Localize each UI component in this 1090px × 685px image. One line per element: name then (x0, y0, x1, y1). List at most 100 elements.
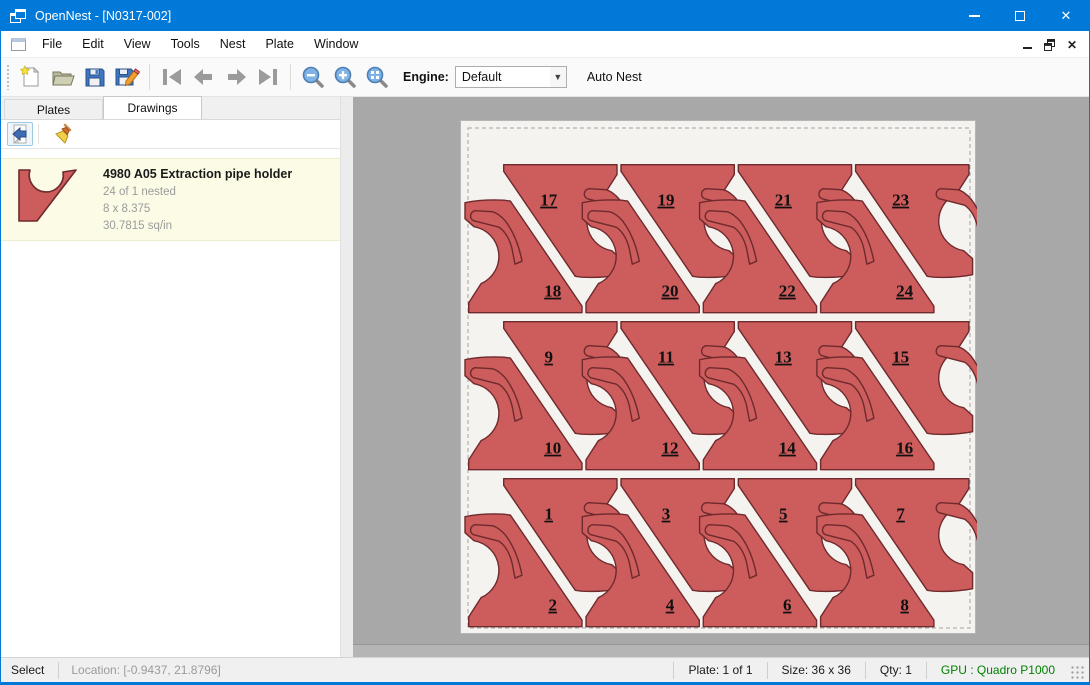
go-next-icon (223, 66, 249, 88)
drawing-title: 4980 A05 Extraction pipe holder (103, 165, 292, 184)
new-file-icon (19, 65, 43, 89)
part-number: 20 (662, 282, 679, 301)
part-number: 19 (658, 191, 675, 210)
part-number: 17 (540, 191, 558, 210)
drawings-panel: Plates Drawings 4980 A05 Extraction pipe… (1, 97, 341, 657)
app-window: OpenNest - [N0317-002] ✕ File Edit View … (0, 0, 1090, 685)
part-number: 15 (892, 348, 909, 367)
chevron-down-icon[interactable]: ▼ (550, 67, 566, 87)
go-last-icon (255, 66, 281, 88)
maximize-button[interactable] (997, 1, 1043, 31)
zoom-fit-icon (365, 65, 389, 89)
mdi-restore-button[interactable] (1039, 35, 1061, 55)
part-number: 11 (658, 348, 674, 367)
main-toolbar: Engine: Default ▼ Auto Nest (1, 58, 1089, 97)
menu-view[interactable]: View (114, 32, 161, 56)
zoom-out-icon (301, 65, 325, 89)
status-location: Location: [-0.9437, 21.8796] (59, 663, 232, 677)
drawing-list-item[interactable]: 4980 A05 Extraction pipe holder 24 of 1 … (1, 158, 340, 241)
new-button[interactable] (15, 61, 47, 93)
minimize-button[interactable] (951, 1, 997, 31)
engine-combobox[interactable]: Default ▼ (455, 66, 567, 88)
engine-label: Engine: (403, 70, 449, 84)
go-previous-icon (191, 66, 217, 88)
save-as-icon (114, 65, 140, 89)
previous-plate-button[interactable] (188, 61, 220, 93)
toolbar-separator (290, 64, 291, 90)
title-bar: OpenNest - [N0317-002] ✕ (1, 1, 1089, 31)
window-title: OpenNest - [N0317-002] (35, 9, 171, 23)
part-number: 5 (779, 505, 788, 524)
part-number: 9 (544, 348, 553, 367)
menu-bar: File Edit View Tools Nest Plate Window ✕ (1, 31, 1089, 58)
resize-grip[interactable] (1071, 666, 1085, 680)
menu-tools[interactable]: Tools (161, 32, 210, 56)
first-plate-button[interactable] (156, 61, 188, 93)
mdi-window-controls: ✕ (1017, 31, 1083, 58)
part-number: 2 (548, 596, 557, 615)
status-plate: Plate: 1 of 1 (673, 662, 766, 679)
next-plate-button[interactable] (220, 61, 252, 93)
drawing-dimensions: 8 x 8.375 (103, 201, 292, 218)
part-number: 6 (783, 596, 792, 615)
part-number: 14 (779, 439, 797, 458)
auto-nest-button[interactable]: Auto Nest (579, 66, 650, 88)
panel-toolbar-separator (38, 124, 39, 144)
tab-plates[interactable]: Plates (4, 99, 103, 119)
drawing-area: 30.7815 sq/in (103, 218, 292, 235)
broom-icon (52, 123, 74, 145)
zoom-out-button[interactable] (297, 61, 329, 93)
app-icon (10, 9, 27, 24)
part-number: 22 (779, 282, 796, 301)
engine-value: Default (456, 70, 550, 84)
panel-toolbar (1, 120, 340, 149)
window-border (1, 682, 1089, 684)
part-number: 16 (896, 439, 913, 458)
part-number: 23 (892, 191, 909, 210)
horizontal-scrollbar[interactable] (353, 644, 1089, 657)
last-plate-button[interactable] (252, 61, 284, 93)
status-size: Size: 36 x 36 (767, 662, 865, 679)
plate[interactable]: 171819202122232491011121314151612345678 (460, 120, 976, 634)
zoom-in-button[interactable] (329, 61, 361, 93)
panel-splitter[interactable] (341, 97, 353, 657)
toolbar-grip[interactable] (6, 64, 11, 90)
part-number: 12 (662, 439, 679, 458)
part-number: 18 (544, 282, 561, 301)
part-number: 3 (662, 505, 671, 524)
part-number: 7 (896, 505, 905, 524)
menu-plate[interactable]: Plate (255, 32, 304, 56)
mdi-minimize-button[interactable] (1017, 35, 1039, 55)
tab-drawings[interactable]: Drawings (103, 96, 202, 119)
menu-file[interactable]: File (32, 32, 72, 56)
clean-button[interactable] (50, 122, 76, 146)
status-mode: Select (1, 663, 58, 677)
zoom-in-icon (333, 65, 357, 89)
open-folder-icon (50, 65, 76, 89)
import-arrow-icon (10, 124, 30, 144)
part-number: 4 (666, 596, 675, 615)
save-button[interactable] (79, 61, 111, 93)
part-number: 21 (775, 191, 792, 210)
status-bar: Select Location: [-0.9437, 21.8796] Plat… (1, 657, 1089, 682)
zoom-fit-button[interactable] (361, 61, 393, 93)
menu-edit[interactable]: Edit (72, 32, 114, 56)
status-gpu: GPU : Quadro P1000 (926, 662, 1069, 679)
menu-nest[interactable]: Nest (210, 32, 256, 56)
mdi-close-button[interactable]: ✕ (1061, 35, 1083, 55)
import-drawing-button[interactable] (7, 122, 33, 146)
part-number: 10 (544, 439, 561, 458)
part-number: 8 (900, 596, 909, 615)
open-button[interactable] (47, 61, 79, 93)
document-icon[interactable] (11, 38, 26, 51)
menu-window[interactable]: Window (304, 32, 368, 56)
part-thumbnail (15, 167, 81, 227)
close-button[interactable]: ✕ (1043, 1, 1089, 31)
save-as-button[interactable] (111, 61, 143, 93)
drawing-nested-count: 24 of 1 nested (103, 184, 292, 201)
nesting-canvas[interactable]: 171819202122232491011121314151612345678 (353, 97, 1089, 657)
part-number: 13 (775, 348, 792, 367)
part-number: 1 (544, 505, 553, 524)
status-qty: Qty: 1 (865, 662, 926, 679)
save-icon (83, 65, 107, 89)
